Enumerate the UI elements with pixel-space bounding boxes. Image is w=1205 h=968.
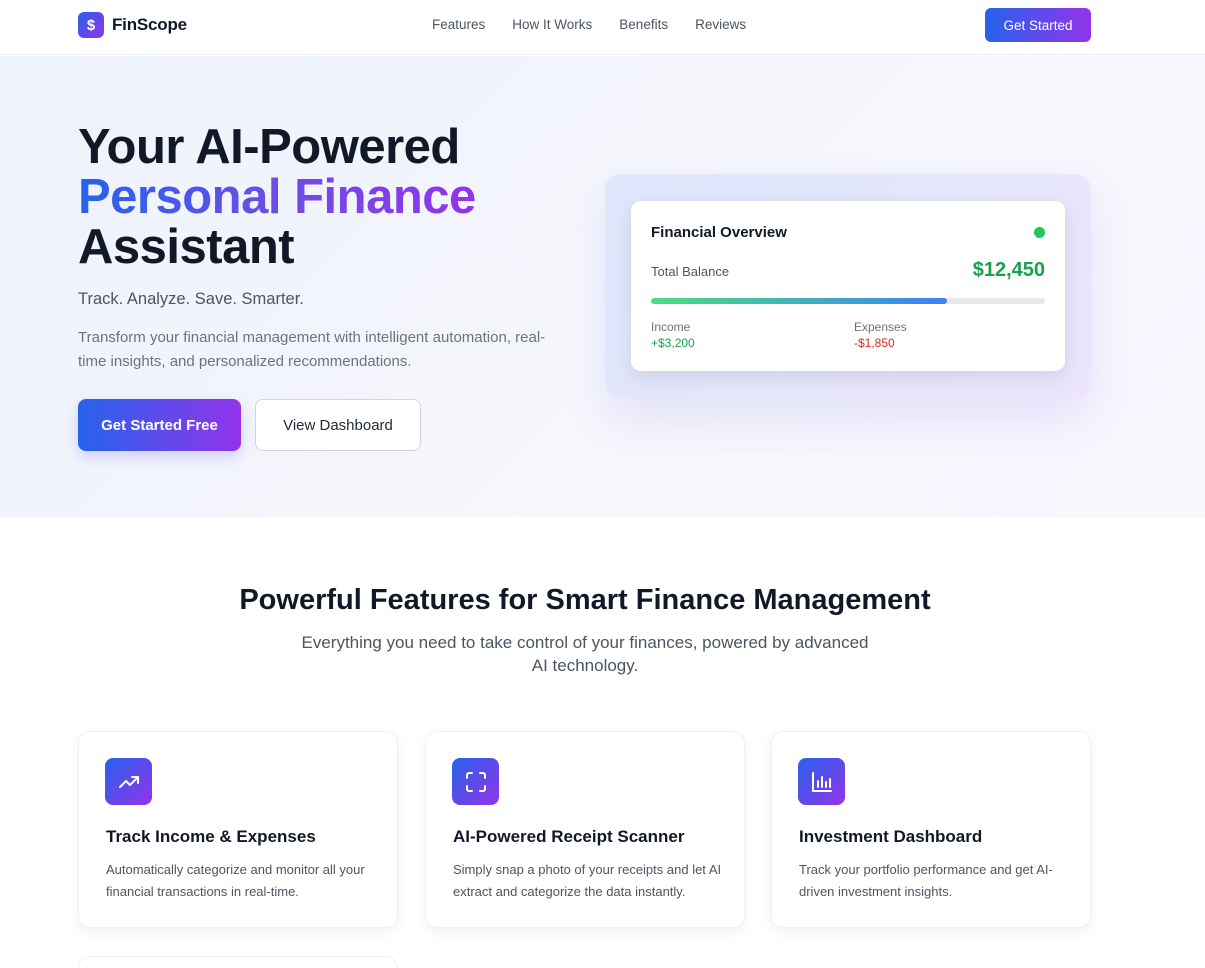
nav-link-benefits[interactable]: Benefits: [619, 17, 668, 32]
feature-card-investment[interactable]: Investment Dashboard Track your portfoli…: [771, 731, 1091, 928]
bar-chart-icon: [798, 758, 845, 805]
feature-description: Simply snap a photo of your receipts and…: [453, 862, 722, 899]
feature-description: Automatically categorize and monitor all…: [106, 862, 365, 899]
scan-icon: [452, 758, 499, 805]
balance-progress-bar: [651, 298, 1045, 304]
balance-value: $12,450: [972, 259, 1045, 281]
nav-link-how-it-works[interactable]: How It Works: [512, 17, 592, 32]
hero-title-highlight: Personal Finance: [78, 170, 476, 224]
hero-section: Your AI-Powered Personal Finance Assista…: [0, 56, 1205, 517]
dollar-logo-icon: $: [78, 12, 104, 38]
features-subtitle: Everything you need to take control of y…: [301, 633, 869, 675]
view-dashboard-button[interactable]: View Dashboard: [255, 399, 421, 451]
status-dot-icon: [1034, 227, 1045, 238]
balance-progress-fill: [651, 298, 947, 304]
feature-card-track[interactable]: Track Income & Expenses Automatically ca…: [78, 731, 398, 928]
nav-link-reviews[interactable]: Reviews: [695, 17, 746, 32]
hero-title-line3: Assistant: [78, 220, 295, 274]
trending-up-icon: [105, 758, 152, 805]
income-value: +$3,200: [651, 336, 695, 350]
navbar: $ FinScope Features How It Works Benefit…: [0, 0, 1205, 55]
feature-title: AI-Powered Receipt Scanner: [453, 827, 685, 846]
balance-label: Total Balance: [651, 264, 730, 279]
feature-title: Track Income & Expenses: [106, 827, 316, 846]
feature-card-receipt-scanner[interactable]: AI-Powered Receipt Scanner Simply snap a…: [425, 731, 745, 928]
nav-links: Features How It Works Benefits Reviews: [432, 17, 746, 32]
expenses-value: -$1,850: [854, 336, 895, 350]
feature-title: Investment Dashboard: [799, 827, 983, 846]
hero-title: Your AI-Powered Personal Finance Assista…: [78, 122, 598, 272]
get-started-button[interactable]: Get Started: [985, 8, 1091, 42]
hero-title-line1: Your AI-Powered: [78, 120, 460, 174]
get-started-free-button[interactable]: Get Started Free: [78, 399, 241, 451]
brand-name: FinScope: [112, 15, 187, 34]
hero-tagline: Track. Analyze. Save. Smarter.: [78, 290, 304, 308]
feature-card-next: [78, 956, 398, 968]
nav-link-features[interactable]: Features: [432, 17, 485, 32]
features-title: Powerful Features for Smart Finance Mana…: [239, 584, 931, 616]
financial-overview-card: Financial Overview Total Balance $12,450…: [631, 201, 1065, 371]
income-label: Income: [651, 320, 691, 334]
overview-title: Financial Overview: [651, 224, 787, 241]
expenses-label: Expenses: [854, 320, 907, 334]
overview-card-backdrop: Financial Overview Total Balance $12,450…: [605, 174, 1091, 398]
brand[interactable]: $ FinScope: [78, 12, 187, 38]
hero-description: Transform your financial management with…: [78, 329, 546, 370]
feature-description: Track your portfolio performance and get…: [799, 862, 1053, 899]
